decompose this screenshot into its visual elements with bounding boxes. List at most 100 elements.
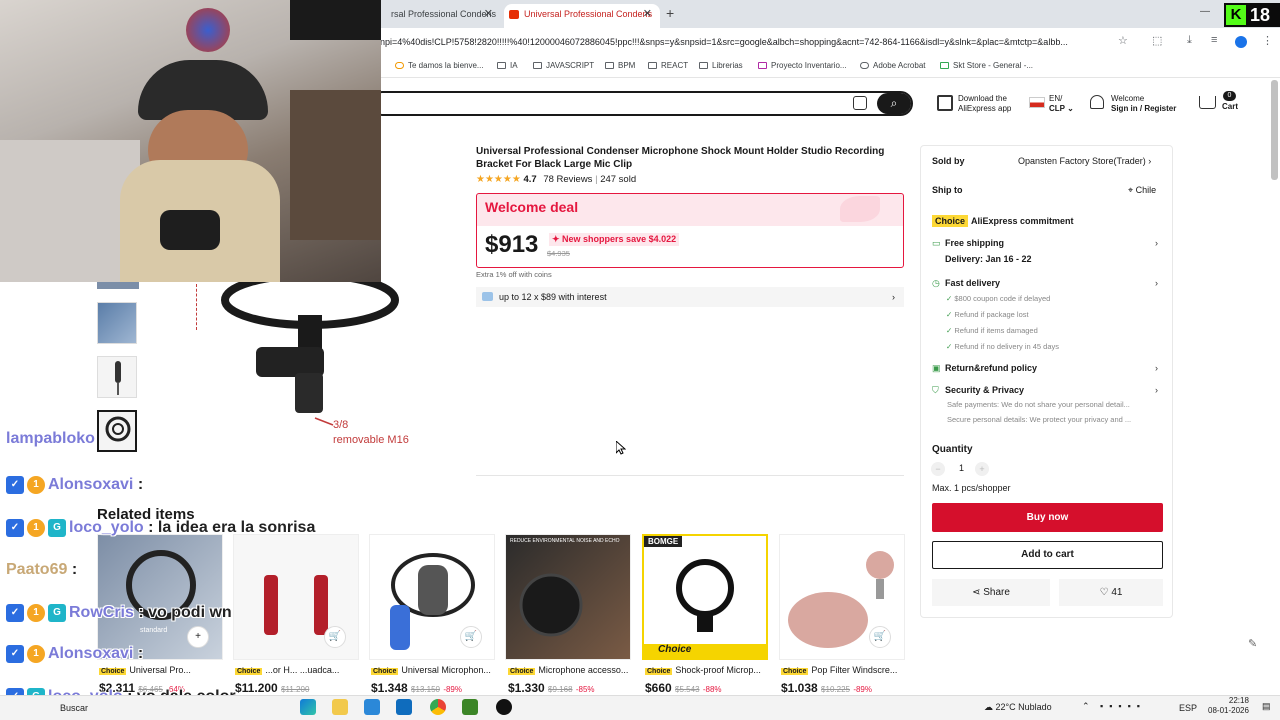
- bookmark-item[interactable]: Proyecto Inventario...: [758, 61, 847, 70]
- share-button[interactable]: ⋖ Share: [932, 579, 1050, 606]
- browser-tab[interactable]: rsal Professional Condens ✕: [381, 4, 501, 28]
- chevron-right-icon[interactable]: ›: [1155, 385, 1158, 395]
- free-shipping-label[interactable]: Free shipping: [945, 238, 1004, 248]
- language-indicator[interactable]: ESP: [1179, 703, 1197, 713]
- security-detail: Secure personal details: We protect your…: [947, 415, 1132, 424]
- fast-delivery-label[interactable]: Fast delivery: [945, 278, 1000, 288]
- extensions-icon[interactable]: ⬚: [1152, 34, 1162, 47]
- deal-decoration-icon: [840, 196, 880, 222]
- bookmark-folder[interactable]: BPM: [605, 61, 635, 70]
- gallery-thumbnail[interactable]: [97, 356, 137, 398]
- cart-label[interactable]: Cart: [1222, 102, 1238, 112]
- related-item-price: $1.330 $9.168 -85%: [508, 681, 595, 695]
- account-link[interactable]: Welcome Sign in / Register: [1111, 94, 1176, 114]
- card-payment-icon: [482, 292, 493, 301]
- share-label: Share: [983, 587, 1010, 598]
- related-item-name[interactable]: Choice Microphone accesso...: [508, 665, 634, 675]
- return-icon: ▣: [932, 363, 941, 373]
- flame-icon: ✦: [552, 234, 563, 244]
- obs-icon[interactable]: [496, 699, 512, 715]
- ship-to-selector[interactable]: ⌖ Chile: [1128, 185, 1156, 196]
- tray-chevron-icon[interactable]: ⌃: [1082, 701, 1090, 712]
- chevron-right-icon[interactable]: ›: [1155, 238, 1158, 248]
- taskbar-search[interactable]: Buscar: [60, 703, 88, 713]
- add-to-cart-icon[interactable]: 🛒: [324, 626, 346, 648]
- buy-now-button[interactable]: Buy now: [932, 503, 1163, 532]
- system-tray-icons[interactable]: ▪▪▪▪▪: [1100, 701, 1146, 711]
- chat-username: RowCris: [69, 604, 134, 621]
- edge-icon[interactable]: [300, 699, 316, 715]
- related-item-name[interactable]: Choice Pop Filter Windscre...: [781, 665, 907, 675]
- url-field[interactable]: npi=4%40dis!CLP!5758!2820!!!!!%40!120000…: [380, 32, 1110, 52]
- savings-badge: ✦ New shoppers save $4.022: [549, 233, 680, 246]
- wishlist-button[interactable]: ♡ 41: [1059, 579, 1163, 606]
- add-to-cart-icon[interactable]: 🛒: [460, 626, 482, 648]
- bookmark-folder[interactable]: Librerias: [699, 61, 743, 70]
- bookmark-folder[interactable]: IA: [497, 61, 518, 70]
- download-icon[interactable]: ⤓: [1187, 34, 1192, 47]
- signin-link[interactable]: Sign in / Register: [1111, 104, 1176, 114]
- language-currency-selector[interactable]: EN/CLP ⌄: [1049, 94, 1074, 114]
- related-item-image[interactable]: REDUCE ENVIRONMENTAL NOISE AND ECHO: [505, 534, 631, 660]
- add-to-cart-icon[interactable]: +: [187, 626, 209, 648]
- close-tab-icon[interactable]: ✕: [643, 4, 652, 24]
- search-input[interactable]: [370, 91, 913, 116]
- outlook-icon[interactable]: [396, 699, 412, 715]
- close-tab-icon[interactable]: ✕: [484, 4, 493, 24]
- page-scrollbar[interactable]: [1271, 80, 1278, 180]
- heart-icon: ♡: [1099, 587, 1112, 598]
- gallery-thumbnail[interactable]: [97, 302, 137, 344]
- bookmark-item[interactable]: Skt Store - General -...: [940, 61, 1033, 70]
- notifications-icon[interactable]: ▤: [1262, 701, 1271, 712]
- gallery-thumbnail-selected[interactable]: [97, 410, 137, 452]
- item-name-text: Microphone accesso...: [538, 665, 629, 675]
- chat-username: Paato69: [6, 561, 68, 578]
- reviews-link[interactable]: 78 Reviews: [543, 174, 592, 185]
- annotation-size: 3/8: [333, 419, 349, 431]
- browser-tab-active[interactable]: Universal Professional Condens ✕: [504, 4, 660, 28]
- store-icon[interactable]: [364, 699, 380, 715]
- file-explorer-icon[interactable]: [332, 699, 348, 715]
- related-item-name[interactable]: Choice Universal Pro...: [99, 665, 225, 675]
- quantity-stepper[interactable]: − 1 +: [931, 462, 989, 476]
- bookmark-folder[interactable]: REACT: [648, 61, 688, 70]
- new-tab-icon[interactable]: +: [666, 5, 674, 21]
- store-link[interactable]: Opansten Factory Store(Trader) ›: [1018, 156, 1151, 166]
- search-button[interactable]: ⌕: [877, 93, 911, 114]
- reading-list-icon[interactable]: ≡: [1211, 34, 1217, 46]
- image-search-icon[interactable]: [853, 96, 867, 110]
- installment-row[interactable]: up to 12 x $89 with interest ›: [476, 287, 904, 307]
- choice-tag: Choice: [932, 215, 969, 227]
- profile-avatar-icon[interactable]: [1235, 36, 1247, 48]
- add-to-cart-icon[interactable]: 🛒: [869, 626, 891, 648]
- decrease-icon[interactable]: −: [931, 462, 945, 476]
- return-policy-link[interactable]: Return&refund policy: [945, 363, 1037, 373]
- bookmark-item[interactable]: Te damos la bienve...: [395, 61, 484, 70]
- increase-icon[interactable]: +: [975, 462, 989, 476]
- chevron-right-icon[interactable]: ›: [1155, 278, 1158, 288]
- chat-message: ✓ 1 Gloco_yolo : la idea era la sonrisa: [6, 519, 315, 537]
- chrome-icon[interactable]: [430, 699, 446, 715]
- bookmark-star-icon[interactable]: ☆: [1118, 34, 1128, 47]
- minimize-icon[interactable]: —: [1200, 6, 1210, 17]
- minecraft-icon[interactable]: [462, 699, 478, 715]
- quantity-value[interactable]: 1: [959, 463, 964, 473]
- security-privacy-link[interactable]: Security & Privacy: [945, 385, 1024, 395]
- current-price: $913: [485, 231, 539, 258]
- related-item-name[interactable]: Choice Universal Microphon...: [371, 665, 497, 675]
- clock[interactable]: 22:18 08-01-2026: [1208, 696, 1249, 716]
- menu-dots-icon[interactable]: ⋮: [1262, 34, 1273, 47]
- add-to-cart-button[interactable]: Add to cart: [932, 541, 1163, 569]
- edit-pencil-icon[interactable]: ✎: [1248, 637, 1257, 650]
- bookmark-item[interactable]: Adobe Acrobat: [860, 61, 925, 70]
- bookmark-folder[interactable]: JAVASCRIPT: [533, 61, 594, 70]
- related-item-name[interactable]: Choice Shock-proof Microp...: [645, 665, 771, 675]
- related-item-image[interactable]: BOMGE Choice: [642, 534, 768, 660]
- download-app-link[interactable]: Download the AliExpress app: [958, 94, 1011, 114]
- related-item-name[interactable]: Choice ...or H... ...uadca...: [235, 665, 361, 675]
- cart-icon[interactable]: [1199, 96, 1216, 109]
- gallery-thumbnail-partial[interactable]: [97, 282, 139, 289]
- chevron-right-icon[interactable]: ›: [1155, 363, 1158, 373]
- chevron-right-icon: ›: [892, 292, 895, 302]
- weather-widget[interactable]: ☁ 22°C Nublado: [984, 702, 1052, 713]
